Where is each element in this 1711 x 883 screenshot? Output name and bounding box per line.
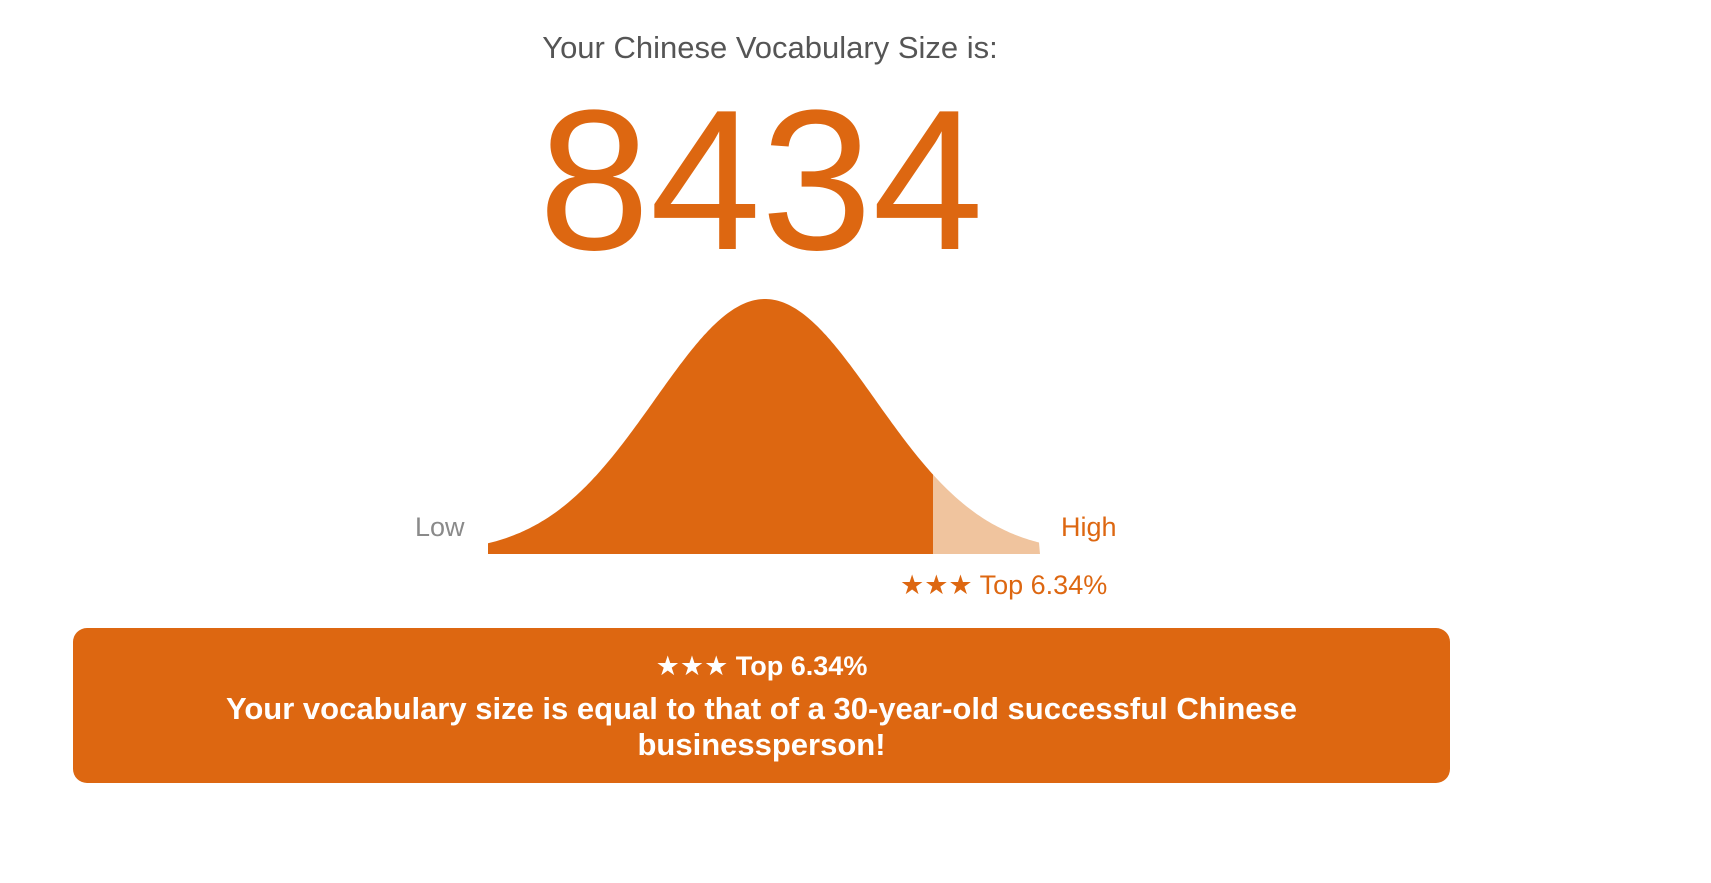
result-rank: ★★★ Top 6.34% (655, 651, 868, 681)
bell-curve-graphic (488, 299, 1040, 554)
low-label: Low (415, 512, 465, 542)
bell-curve-tail (933, 474, 1040, 554)
bell-curve-fill (488, 299, 933, 554)
percentile-marker-label: ★★★ Top 6.34% (900, 570, 1108, 600)
high-label: High (1061, 512, 1117, 542)
vocabulary-score: 8434 (538, 69, 984, 292)
result-message: Your vocabulary size is equal to that of… (226, 691, 1297, 762)
result-heading: Your Chinese Vocabulary Size is: (542, 30, 998, 65)
result-banner: ★★★ Top 6.34% Your vocabulary size is eq… (73, 628, 1450, 783)
